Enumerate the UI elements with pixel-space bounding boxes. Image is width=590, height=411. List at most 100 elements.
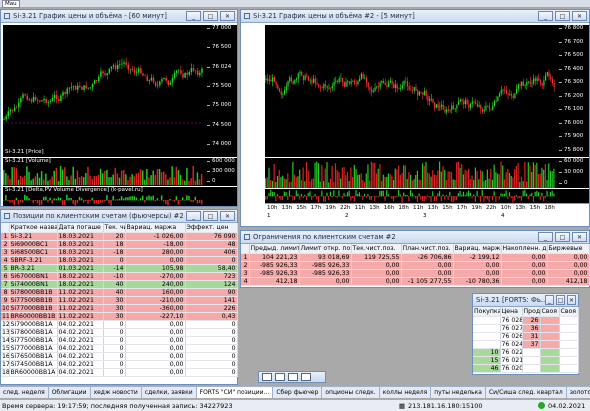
orderbook-row[interactable]: 76 026 31	[473, 332, 579, 341]
col-index[interactable]	[1, 223, 10, 233]
table-row[interactable]: 9 Si77500BB1B 11.02.2021 30 -210,00 141	[1, 296, 238, 305]
orderbook-row[interactable]: 15 76 021	[473, 356, 579, 365]
workspace-tab[interactable]: Облигации	[49, 387, 91, 398]
positions-table[interactable]: Краткое названиеДата погашеТек. чист.Вар…	[1, 223, 238, 377]
table-row[interactable]: 17Si74500BB1A04.02.202100,000	[1, 360, 238, 369]
window-titlebar[interactable]: Позиции по клиентским счетам (фьючерсы) …	[1, 210, 237, 223]
maximize-button[interactable]: □	[555, 11, 570, 21]
table-row[interactable]: 16Si76500BB1A04.02.202100,000	[1, 352, 238, 361]
col-header[interactable]: Своя пок.	[540, 307, 560, 317]
delta-bar	[485, 196, 487, 199]
table-row[interactable]: 13Si78000BB1A04.02.202100,000	[1, 328, 238, 337]
minimize-button[interactable]: _	[186, 211, 201, 221]
table-row[interactable]: 3 -985 926,33 -985 926,33 0,00 0,00 0,00 0,00 0…	[241, 269, 590, 278]
table-row[interactable]: 1 104 221,23 93 018,69 119 725,55 -26 706,86…	[241, 253, 590, 262]
volume-pane[interactable]: 60 000 30 000 0	[265, 158, 589, 188]
col-index[interactable]	[241, 244, 250, 254]
col-header[interactable]: План.чист.поз.	[401, 244, 454, 254]
maximize-button[interactable]: □	[555, 232, 570, 242]
col-header[interactable]: Предыд. лимит	[249, 244, 300, 254]
col-header[interactable]: Биржевые	[547, 244, 590, 254]
close-button[interactable]: ✕	[220, 211, 235, 221]
workspace-tab[interactable]: золото.	[567, 387, 590, 398]
table-row[interactable]: 10Si77000BB1B11.02.202130-360,00226	[1, 304, 238, 313]
delta-bar	[515, 194, 517, 197]
col-header[interactable]: Продажа	[522, 307, 541, 317]
close-button[interactable]: ✕	[572, 232, 587, 242]
orderbook-table[interactable]: ПокупкаЦенаПродажаСвоя пок.Своя пр. 76 0…	[473, 307, 579, 373]
minimize-button[interactable]: _	[545, 295, 554, 305]
minimize-button[interactable]: _	[538, 11, 553, 21]
col-header[interactable]: Вариац. маржа	[453, 244, 502, 254]
window-titlebar[interactable]: Si-3.21 График цены и объёма #2 - [5 мин…	[241, 10, 589, 23]
table-row[interactable]: 12Si79000BB1A04.02.202100,000	[1, 320, 238, 329]
workspace-tab[interactable]: FORTS "СИ" позиции...	[196, 387, 274, 398]
orderbook-row[interactable]: 10 76 022	[473, 348, 579, 357]
orderbook-row[interactable]: 76 028 26	[473, 316, 579, 325]
close-button[interactable]: ✕	[220, 11, 235, 21]
maximize-button[interactable]: □	[203, 11, 218, 21]
delta-pane[interactable]: Si-3.21 [Delta,PV Volume Divergence] (k-…	[3, 187, 237, 206]
delta-pane[interactable]	[265, 189, 589, 203]
price-pane[interactable]: 77 000 76 500 76 024 75 500 75 000 74 500 74 0…	[3, 25, 237, 157]
table-row[interactable]: 8 Si78000BB1B 11.02.2021 40 160,00 90	[1, 288, 238, 297]
maximize-button[interactable]: □	[556, 295, 565, 305]
table-row[interactable]: 1 Si-3.21 18.03.2021 20 -1 026,00 76 090	[1, 232, 238, 241]
col-header[interactable]: Своя пр.	[559, 307, 579, 317]
workspace-tab[interactable]: путы неделька	[431, 387, 486, 398]
window-titlebar[interactable]: Si-3.21 [FORTS: Фь... _ □ ✕	[473, 294, 578, 307]
workspace-tab[interactable]: след. неделя	[0, 387, 49, 398]
workspace-tab[interactable]: хедж новости	[91, 387, 142, 398]
workspace-tab[interactable]: Сбер фьючер	[273, 387, 323, 398]
orderbook-row[interactable]: 76 024 37	[473, 340, 579, 349]
table-row[interactable]: 2 Si69000BC1 18.03.2021 18 -18,00 48	[1, 240, 238, 249]
limits-table[interactable]: Предыд. лимит Лимит откр. поз. Тек.чист.по…	[241, 244, 590, 286]
orderbook-row[interactable]: 46 76 020	[473, 364, 579, 373]
col-header[interactable]: Эффект. цен	[185, 223, 238, 233]
table-row[interactable]: 7 Si74000BN1 18.02.2021 40 240,00 124	[1, 280, 238, 289]
col-header[interactable]: Краткое название	[9, 223, 58, 233]
minimize-button[interactable]: _	[186, 11, 201, 21]
close-button[interactable]: ✕	[567, 295, 576, 305]
table-row[interactable]: 4 SBRF-3.21 18.03.2021 0 0,00 0	[1, 256, 238, 265]
col-header[interactable]: Цена	[500, 307, 523, 317]
candle	[266, 78, 269, 81]
window-titlebar[interactable]: Ограничения по клиентским счетам #2 _ □ ✕	[241, 231, 589, 244]
col-header[interactable]: Дата погаше	[57, 223, 104, 233]
orderbook-row[interactable]: 76 027 36	[473, 324, 579, 333]
col-header[interactable]: Тек.чист.поз.	[351, 244, 402, 254]
window-titlebar[interactable]: Si-3.21 График цены и объёма - [60 минут…	[1, 10, 237, 23]
table-row[interactable]: 6 Si67000BN1 18.02.2021 -10 -270,00 723	[1, 272, 238, 281]
table-row[interactable]: 11BR60000BB1B11.02.202130-227,100,43	[1, 312, 238, 321]
table-row[interactable]: 18BR60000BB1A04.02.202100,000	[1, 368, 238, 377]
minimized-window[interactable]	[258, 371, 326, 383]
col-header[interactable]: Тек. чист.	[103, 223, 126, 233]
delta-bar	[343, 192, 345, 197]
maximize-button[interactable]: □	[203, 211, 218, 221]
workspace-tab[interactable]: сделки, заявки	[142, 387, 197, 398]
close-button[interactable]: ✕	[572, 11, 587, 21]
maximize-button[interactable]	[288, 373, 298, 381]
table-row[interactable]: 15Si77000BB1A04.02.202100,000	[1, 344, 238, 353]
table-row[interactable]: 14Si77500BB1A04.02.202100,000	[1, 336, 238, 345]
table-row[interactable]: 2 -985 926,33 -985 926,33 0,00 0,00 0,00 0,00 0…	[241, 261, 590, 270]
workspace-tab[interactable]: Си/Сиша след. квартал	[486, 387, 567, 398]
col-header[interactable]: Накопленн. доход	[501, 244, 548, 254]
minimize-button[interactable]: _	[538, 232, 553, 242]
menu-button[interactable]: Mau	[2, 0, 20, 8]
volume-pane[interactable]: Si-3.21 [Volume] 600 000 300 000 0	[3, 158, 237, 186]
table-row[interactable]: 4 412,18 0,00 0,00 -1 105 277,55 -10 780,36 0,…	[241, 277, 590, 286]
workspace-tab[interactable]: опционы следк.	[322, 387, 380, 398]
minimize-button[interactable]	[275, 373, 285, 381]
col-header[interactable]: Вариац. маржа	[125, 223, 186, 233]
close-button[interactable]	[301, 373, 311, 381]
price-pane[interactable]: 76 800 76 700 76 500 76 400 76 300 76 200 76 1…	[265, 25, 589, 157]
col-header[interactable]: Покупка	[473, 307, 501, 317]
volume-bar	[17, 179, 20, 185]
table-row[interactable]: 3 Si68500BC1 18.03.2021 -18 280,00 406	[1, 248, 238, 257]
workspace-tab[interactable]: коллы неделя	[380, 387, 432, 398]
restore-icon[interactable]	[262, 373, 272, 381]
candle	[294, 79, 296, 84]
table-row[interactable]: 5 BR-3.21 01.03.2021 -14 105,98 58,40	[1, 264, 238, 273]
col-header[interactable]: Лимит откр. поз.	[299, 244, 352, 254]
